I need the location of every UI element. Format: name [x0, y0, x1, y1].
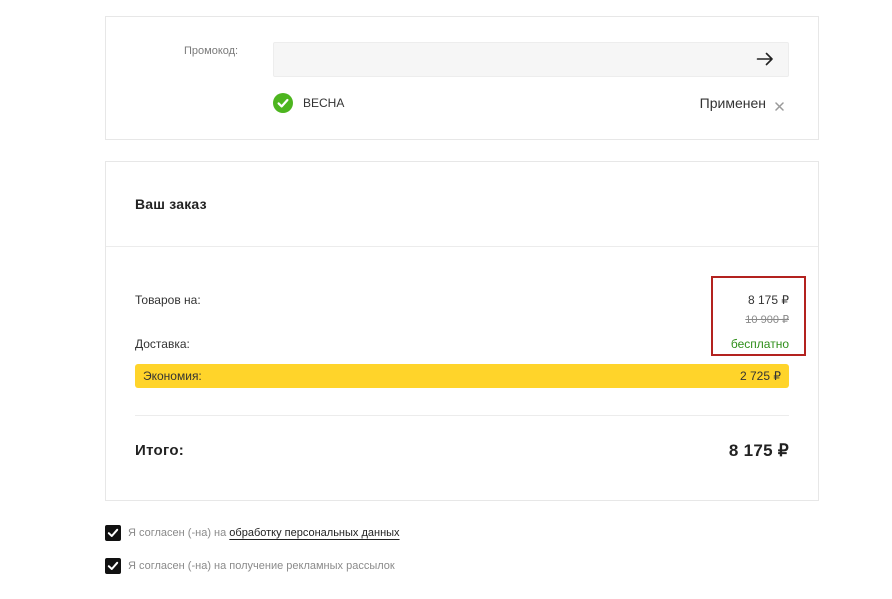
promo-label: Промокод: — [184, 45, 239, 57]
applied-promo-code: ВЕСНА — [303, 96, 345, 110]
savings-label: Экономия: — [143, 369, 202, 383]
promo-input[interactable] — [274, 43, 744, 76]
total-value: 8 175 ₽ — [728, 441, 789, 460]
consent-newsletter-checkbox[interactable] — [105, 558, 121, 574]
personal-data-link[interactable]: обработку персональных данных — [229, 527, 399, 539]
remove-promo-button[interactable] — [775, 99, 784, 111]
items-label: Товаров на: — [135, 293, 201, 307]
arrow-right-icon — [756, 52, 773, 66]
total-label: Итого: — [135, 442, 185, 459]
savings-bar: Экономия: 2 725 ₽ — [135, 364, 789, 388]
checkmark-icon — [107, 528, 119, 537]
consent-personal-data-checkbox[interactable] — [105, 525, 121, 541]
promo-card: Промокод: ВЕСНА Применен — [105, 16, 819, 140]
consent-newsletter-text: Я согласен (-на) на получение рекламных … — [128, 560, 395, 572]
promo-submit-button[interactable] — [756, 51, 774, 67]
divider — [106, 246, 818, 247]
savings-value: 2 725 ₽ — [740, 369, 781, 383]
delivery-label: Доставка: — [135, 337, 190, 351]
checkmark-icon — [107, 561, 119, 570]
consent-personal-data-text: Я согласен (-на) на обработку персональн… — [128, 527, 400, 540]
order-title: Ваш заказ — [135, 196, 207, 212]
check-circle-icon — [273, 93, 293, 113]
promo-status: Применен — [699, 95, 766, 111]
close-icon — [775, 102, 784, 111]
divider — [135, 415, 789, 416]
highlight-frame — [711, 276, 806, 356]
consent-text-prefix: Я согласен (-на) на — [128, 527, 227, 539]
promo-field — [273, 42, 789, 77]
